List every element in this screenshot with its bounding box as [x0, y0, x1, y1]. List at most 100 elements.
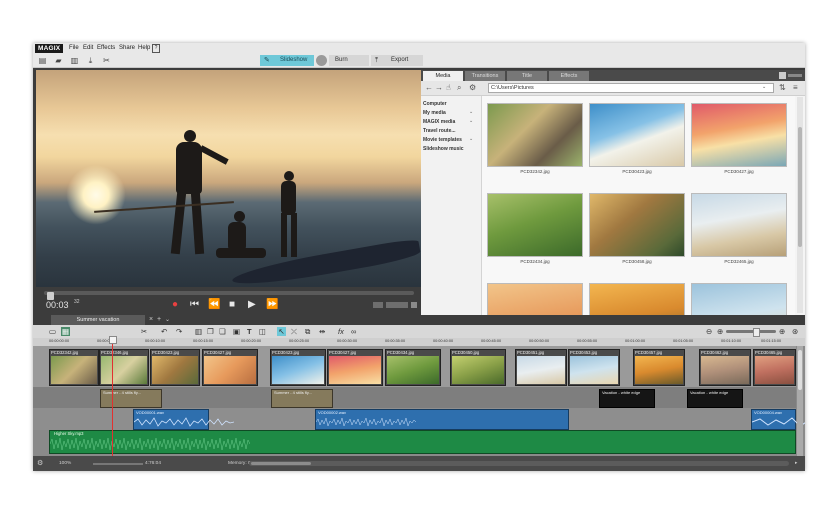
menu-icon[interactable]: ≡ — [793, 83, 798, 92]
back-arrow-icon[interactable]: ← — [425, 83, 433, 92]
media-thumbnail[interactable] — [487, 283, 583, 315]
pool-settings-icon[interactable] — [788, 74, 802, 77]
sort-icon[interactable]: ⇅ — [779, 83, 786, 92]
media-thumbnail[interactable] — [691, 283, 787, 315]
insert-photo-icon[interactable]: ▣ — [233, 327, 240, 336]
marker-icon[interactable]: ◫ — [259, 327, 266, 336]
playhead-handle[interactable] — [109, 336, 117, 344]
photo-clip[interactable]: PCD30450.jpg — [450, 349, 506, 386]
paste-icon[interactable]: ❏ — [219, 327, 226, 336]
fullscreen-icon[interactable] — [411, 302, 417, 308]
copy-icon[interactable]: ❐ — [207, 327, 214, 336]
search-icon[interactable]: ⌕ — [457, 83, 461, 92]
position-scrubber[interactable] — [44, 291, 414, 300]
fit-icon[interactable]: ⊛ — [792, 327, 798, 336]
menu-effects[interactable]: Effects — [97, 45, 115, 51]
playhead[interactable] — [112, 338, 113, 456]
media-thumbnail[interactable] — [691, 193, 787, 257]
timeline-view-icon[interactable]: ▦ — [61, 327, 70, 336]
transition-clip[interactable]: Summer - 4 stills fly... — [100, 389, 162, 408]
tools-icon[interactable]: ✂ — [102, 56, 111, 65]
photo-clip[interactable]: PCD30465.jpg — [753, 349, 796, 386]
menu-share[interactable]: Share — [119, 45, 135, 51]
photo-clip[interactable]: PCD30434.jpg — [385, 349, 441, 386]
menu-help[interactable]: Help — [138, 45, 150, 51]
photo-clip[interactable]: PCD30453.jpg — [568, 349, 620, 386]
folder-computer[interactable]: Computer — [423, 101, 447, 107]
zoom-in-icon[interactable]: ⊕ — [779, 327, 785, 336]
skip-start-icon[interactable]: ⏮ — [190, 299, 199, 311]
play-icon[interactable]: ▶ — [248, 299, 256, 311]
download-icon[interactable]: ⤓ — [86, 56, 95, 65]
effects-icon[interactable]: fx — [338, 327, 344, 336]
media-thumbnail[interactable] — [487, 103, 583, 167]
export-mode-button[interactable]: ⤒ Export — [371, 55, 423, 66]
menu-file[interactable]: File — [69, 45, 79, 51]
pointer-icon[interactable]: ↖ — [277, 327, 286, 336]
burn-mode-button[interactable]: Burn — [329, 55, 369, 66]
folder-magix-media[interactable]: MAGIX media — [423, 119, 455, 125]
scissors-icon[interactable]: ✂ — [141, 327, 147, 336]
preview-zoom-select[interactable] — [386, 302, 408, 308]
tab-media[interactable]: Media — [423, 71, 463, 81]
media-thumbnail[interactable] — [589, 193, 685, 257]
pool-layout-icon[interactable] — [779, 72, 786, 79]
new-project-icon[interactable]: ▤ — [38, 56, 47, 65]
timeline-horizontal-scrollbar[interactable] — [249, 461, 789, 466]
chevron-down-icon[interactable]: ⌄ — [762, 83, 766, 92]
scroll-right-icon[interactable]: ▸ — [795, 461, 797, 466]
menu-edit[interactable]: Edit — [83, 45, 93, 51]
zoom-level[interactable]: 100% — [59, 461, 71, 466]
tab-effects[interactable]: Effects — [549, 71, 589, 81]
settings-icon[interactable]: ⚙ — [37, 459, 43, 467]
pool-scrollbar-thumb[interactable] — [798, 127, 802, 247]
fast-forward-icon[interactable]: ⏩ — [266, 299, 278, 311]
group-icon[interactable]: ⧉ — [305, 327, 310, 336]
storyboard-view-icon[interactable]: ▭ — [49, 327, 56, 336]
delete-icon[interactable]: ▥ — [195, 327, 202, 336]
pool-scrollbar[interactable] — [797, 97, 803, 313]
timeline-vertical-scrollbar[interactable] — [797, 346, 803, 456]
status-zoom-slider[interactable] — [93, 463, 143, 465]
view-mode-icon[interactable] — [373, 302, 383, 308]
photo-clip[interactable]: PCD30423.jpg — [150, 349, 200, 386]
photo-clip[interactable]: PCD30462.jpg — [699, 349, 751, 386]
photo-clip[interactable]: PCD30457.jpg — [633, 349, 685, 386]
add-tab-icon[interactable]: + — [157, 316, 161, 323]
close-icon[interactable]: × — [149, 316, 153, 323]
chevron-down-icon[interactable]: ⌄ — [469, 109, 473, 115]
film-strip-icon[interactable]: ▥ — [70, 56, 79, 65]
razor-icon[interactable]: ⤫ — [291, 327, 297, 336]
slideshow-mode-button[interactable]: ✎ Slideshow — [260, 55, 314, 66]
hand-icon[interactable]: ☝ — [446, 83, 451, 92]
media-thumbnail[interactable] — [589, 103, 685, 167]
info-icon[interactable]: ? — [152, 44, 160, 53]
media-thumbnail[interactable] — [589, 283, 685, 315]
record-icon[interactable]: ● — [172, 299, 178, 311]
folder-slideshow-music[interactable]: Slideshow music — [423, 146, 464, 152]
zoom-out-icon[interactable]: ⊖ — [706, 327, 712, 336]
chevron-down-icon[interactable]: ⌄ — [469, 118, 473, 124]
chevron-down-icon[interactable]: ⌄ — [165, 316, 170, 323]
tab-title[interactable]: Title — [507, 71, 547, 81]
undo-icon[interactable]: ↶ — [161, 327, 167, 336]
transition-clip[interactable]: Vacation - white edge — [687, 389, 743, 408]
tab-transitions[interactable]: Transitions — [465, 71, 505, 81]
timeline-scrollbar-thumb[interactable] — [798, 350, 802, 390]
photo-clip[interactable]: PCD30451.jpg — [515, 349, 567, 386]
stretch-icon[interactable]: ⇹ — [319, 327, 325, 336]
photo-clip[interactable]: PCD30427.jpg — [327, 349, 383, 386]
transition-clip[interactable]: Summer - 4 stills fly... — [271, 389, 333, 408]
path-field[interactable]: C:\Users\Pictures — [488, 83, 774, 93]
transition-clip[interactable]: Vacation - white edge — [599, 389, 655, 408]
media-thumbnail[interactable] — [691, 103, 787, 167]
open-folder-icon[interactable]: ▰ — [54, 56, 63, 65]
photo-clip[interactable]: PCD32342.jpg — [49, 349, 99, 386]
chevron-down-icon[interactable]: ⌄ — [469, 136, 473, 142]
voice-clip[interactable]: VOD00002.wav — [315, 409, 569, 430]
scrubber-handle[interactable] — [47, 292, 54, 300]
timeline-zoom-slider[interactable] — [726, 328, 776, 337]
redo-icon[interactable]: ↷ — [176, 327, 182, 336]
time-ruler[interactable]: 00:00:00:00 00:00:05:00 00:00:10:00 00:0… — [33, 338, 805, 346]
music-clip[interactable]: Higher Sky.mp3 — [49, 430, 796, 454]
